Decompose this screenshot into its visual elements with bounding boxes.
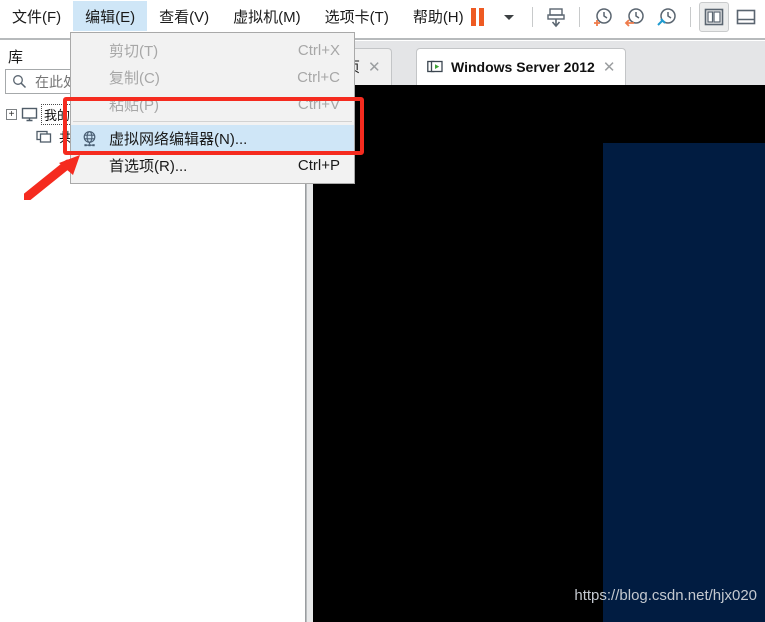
menu-item-paste-accel: Ctrl+V [297, 96, 340, 113]
library-title: 库 [8, 49, 24, 66]
menu-item-paste-label: 粘贴(P) [109, 97, 159, 114]
edit-menu-dropdown: 剪切(T) Ctrl+X 复制(C) Ctrl+C 粘贴(P) Ctrl+V 虚… [70, 32, 355, 184]
tab-windows-server-2012[interactable]: Windows Server 2012 ✕ [416, 48, 627, 85]
close-icon[interactable]: ✕ [603, 60, 616, 75]
snapshot-manager-button[interactable] [652, 2, 682, 32]
suspend-button[interactable] [462, 2, 492, 32]
menu-view[interactable]: 查看(V) [147, 1, 221, 31]
power-dropdown-button[interactable] [494, 2, 524, 32]
snapshot-add-icon [594, 8, 612, 26]
show-library-icon [704, 8, 724, 26]
toolbar-separator-3 [690, 7, 691, 27]
menu-bar: 文件(F) 编辑(E) 查看(V) 虚拟机(M) 选项卡(T) 帮助(H) [0, 0, 765, 32]
show-console-view-button[interactable] [731, 2, 761, 32]
menu-tabs[interactable]: 选项卡(T) [313, 1, 401, 31]
menu-item-preferences[interactable]: 首选项(R)... Ctrl+P [71, 152, 354, 179]
menu-edit[interactable]: 编辑(E) [73, 1, 148, 31]
menu-view-label: 查看(V) [159, 8, 210, 26]
close-icon[interactable]: ✕ [368, 60, 381, 75]
show-console-icon [736, 9, 756, 25]
watermark-text: https://blog.csdn.net/hjx020 [574, 587, 757, 604]
manage-vm-icon [547, 8, 565, 28]
menu-item-preferences-label: 首选项(R)... [109, 158, 188, 175]
menu-item-paste[interactable]: 粘贴(P) Ctrl+V [71, 91, 354, 118]
menu-help-label: 帮助(H) [412, 8, 464, 26]
manage-vm-button[interactable] [541, 2, 571, 32]
menu-vm-label: 虚拟机(M) [233, 8, 301, 26]
toolbar-separator [532, 7, 533, 27]
revert-snapshot-button[interactable] [620, 2, 650, 32]
menu-vm[interactable]: 虚拟机(M) [221, 1, 313, 31]
toolbar-separator-2 [579, 7, 580, 27]
menu-item-copy[interactable]: 复制(C) Ctrl+C [71, 64, 354, 91]
menu-edit-label: 编辑(E) [85, 8, 136, 26]
vm-running-icon [427, 60, 443, 74]
vm-console[interactable]: https://blog.csdn.net/hjx020 [313, 85, 765, 622]
menu-separator [73, 121, 352, 122]
vm-console-panel [603, 143, 765, 622]
menu-tabs-label: 选项卡(T) [324, 8, 389, 26]
menu-item-cut-label: 剪切(T) [109, 43, 159, 60]
vmware-workstation-window: 文件(F) 编辑(E) 查看(V) 虚拟机(M) 选项卡(T) 帮助(H) 库 … [0, 0, 765, 622]
take-snapshot-button[interactable] [588, 2, 618, 32]
menu-item-cut-accel: Ctrl+X [297, 42, 340, 59]
snapshot-revert-icon [624, 8, 644, 27]
search-icon [13, 75, 27, 89]
expand-icon[interactable]: + [6, 108, 17, 120]
computer-icon [21, 107, 38, 121]
menu-item-virtual-network-editor[interactable]: 虚拟网络编辑器(N)... [71, 125, 354, 152]
menu-file[interactable]: 文件(F) [0, 1, 73, 31]
menu-item-copy-accel: Ctrl+C [297, 69, 340, 86]
snapshot-manager-icon [657, 8, 676, 26]
tab-strip: 主页 ✕ Windows Server 2012 ✕ [313, 41, 765, 85]
chevron-down-icon [504, 14, 514, 20]
show-library-button[interactable] [699, 2, 729, 32]
pause-icon [470, 8, 484, 26]
menu-item-cut[interactable]: 剪切(T) Ctrl+X [71, 37, 354, 64]
toolbar [462, 0, 761, 34]
tab-windows-server-2012-label: Windows Server 2012 [451, 59, 595, 75]
menu-item-virtual-network-editor-label: 虚拟网络编辑器(N)... [109, 131, 248, 148]
globe-icon [81, 130, 98, 147]
menu-item-preferences-accel: Ctrl+P [297, 157, 340, 174]
menu-item-copy-label: 复制(C) [109, 70, 160, 87]
menu-file-label: 文件(F) [12, 8, 62, 26]
shared-vms-icon [36, 130, 52, 143]
